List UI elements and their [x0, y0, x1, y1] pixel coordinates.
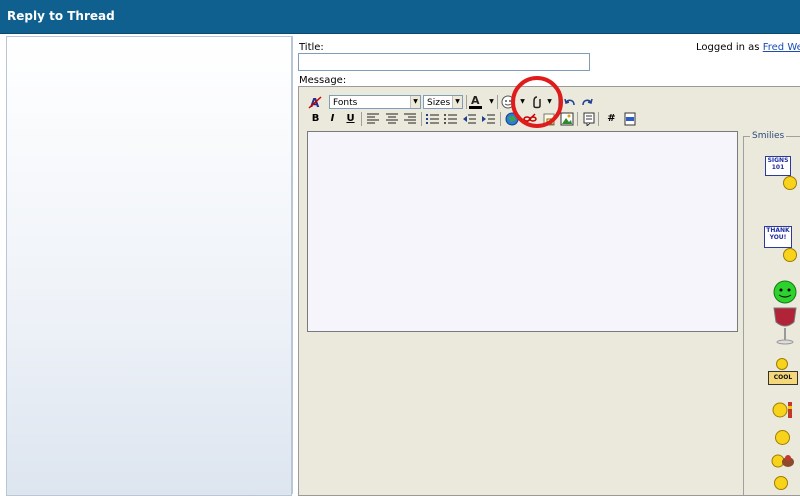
smile-smilie-icon[interactable] [772, 474, 790, 492]
sign-line-2: 101 [771, 164, 785, 171]
logged-in-prefix: Logged in as [696, 42, 760, 53]
message-textarea[interactable] [307, 131, 738, 332]
toolbar-separator [421, 112, 422, 126]
remove-format-icon[interactable]: A [307, 94, 322, 109]
toolbar-separator [497, 95, 498, 109]
smile-face [783, 176, 797, 190]
align-center-icon[interactable] [384, 111, 399, 126]
toolbar-separator [500, 112, 501, 126]
window-titlebar: Reply to Thread [0, 0, 800, 34]
smilies-label: Smilies [750, 131, 787, 141]
logged-in-status: Logged in as Fred Weis [696, 42, 800, 53]
sign-line-2: YOU! [769, 234, 787, 241]
wine-glass-smilie-icon[interactable] [770, 280, 800, 346]
hash-button[interactable]: # [604, 111, 619, 126]
font-select-value: Fonts [333, 98, 358, 108]
underline-button[interactable]: U [343, 111, 358, 126]
smile-face [776, 358, 788, 370]
indent-icon[interactable] [481, 111, 496, 126]
sign-line-1: SIGNS [767, 157, 789, 164]
toolbar-separator [361, 112, 362, 126]
undo-icon[interactable] [562, 94, 577, 109]
logged-in-user-link[interactable]: Fred Weis [763, 42, 800, 53]
font-select[interactable]: Fonts ▼ [329, 95, 421, 109]
redo-icon[interactable] [579, 94, 594, 109]
title-label: Title: [299, 42, 324, 53]
insert-php-icon[interactable] [622, 111, 637, 126]
sign-board: THANK YOU! [764, 226, 792, 248]
sign-board: COOL [768, 371, 798, 385]
size-select-value: Sizes [427, 98, 451, 108]
sign-line-1: COOL [773, 374, 793, 381]
ordered-list-icon[interactable] [425, 111, 440, 126]
thank-you-smilie-icon[interactable]: THANK YOU! [763, 226, 799, 264]
chevron-down-icon: ▼ [410, 96, 420, 108]
confused-smilie-icon[interactable] [772, 428, 792, 446]
dog-smilie-icon[interactable] [770, 452, 796, 470]
toolbar-separator [577, 112, 578, 126]
align-right-icon[interactable] [402, 111, 417, 126]
smile-face [774, 429, 790, 445]
align-left-icon[interactable] [365, 111, 380, 126]
thinking-smilie-icon[interactable] [771, 400, 797, 420]
highlight-circle [511, 76, 563, 128]
italic-button[interactable]: I [325, 111, 340, 126]
cool-sign-smilie-icon[interactable]: COOL [766, 358, 800, 388]
sign-line-1: THANK [766, 227, 790, 234]
smile-face [774, 476, 788, 490]
quote-icon[interactable] [581, 111, 596, 126]
toolbar-separator [598, 112, 599, 126]
outdent-icon[interactable] [462, 111, 477, 126]
window-title: Reply to Thread [7, 9, 115, 23]
svg-text:A: A [471, 94, 480, 107]
font-color-icon[interactable]: A [468, 93, 483, 109]
smile-face [783, 248, 797, 262]
signs-101-smilie-icon[interactable]: SIGNS 101 [763, 156, 799, 193]
toolbar-separator [466, 95, 467, 109]
chevron-down-icon: ▼ [452, 96, 462, 108]
size-select[interactable]: Sizes ▼ [423, 95, 463, 109]
message-label: Message: [299, 75, 347, 86]
left-panel [6, 36, 292, 496]
title-input[interactable] [298, 53, 590, 71]
unordered-list-icon[interactable] [443, 111, 458, 126]
sign-board: SIGNS 101 [765, 156, 791, 176]
bold-button[interactable]: B [308, 111, 323, 126]
insert-image-icon[interactable] [559, 111, 574, 126]
